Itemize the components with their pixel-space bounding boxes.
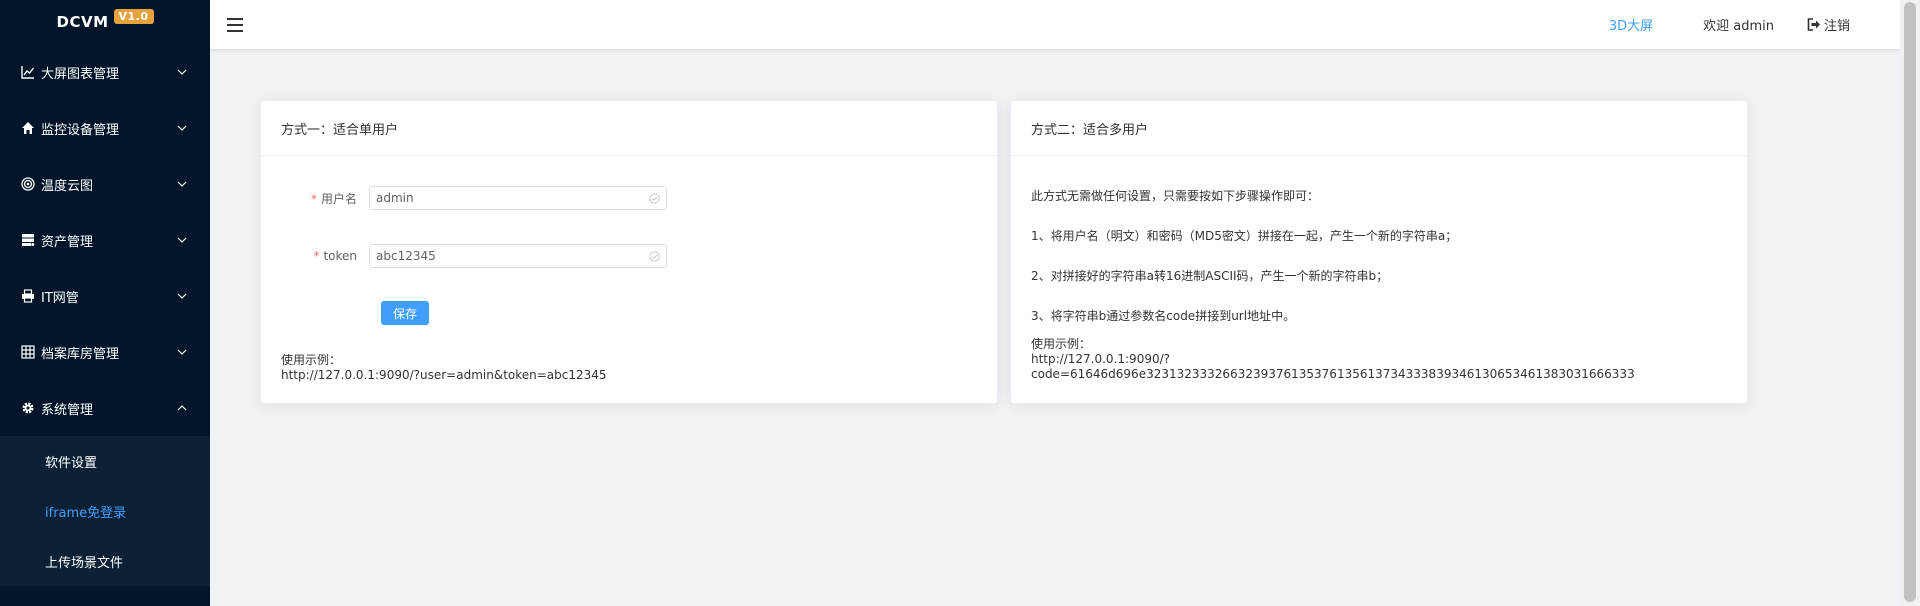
username-label: * 用户名 [310,191,357,206]
hamburger-icon[interactable] [227,17,243,32]
form-row-token: * token abc12345 [261,243,667,269]
sidebar-item-it-network[interactable]: IT网管 [0,268,210,324]
username-input[interactable]: admin [369,186,667,210]
logout-button[interactable]: 注销 [1807,15,1850,34]
example-url: http://127.0.0.1:9090/?code=61646d696e32… [1031,352,1635,381]
token-value: abc12345 [376,249,436,263]
sidebar-item-monitoring[interactable]: 监控设备管理 [0,100,210,156]
check-circle-icon [649,250,660,262]
example-label: 使用示例： [281,353,342,367]
steps-list: 此方式无需做任何设置，只需要按如下步骤操作即可： 1、将用户名（明文）和密码（M… [1031,189,1457,349]
logo: DCVM V1.0 [0,0,210,44]
grid-icon [20,344,36,360]
home-icon [20,120,36,136]
scrollbar-thumb[interactable] [1904,2,1916,602]
brand-name: DCVM [56,13,109,31]
save-button[interactable]: 保存 [381,301,429,325]
top-header: 3D大屏 欢迎 admin 注销 [210,0,1900,49]
sidebar-item-label: 档案库房管理 [41,346,120,362]
chevron-down-icon [176,178,188,190]
required-mark: * [310,191,317,206]
chevron-up-icon [176,402,188,414]
line-chart-icon [20,64,36,80]
sidebar-item-archive[interactable]: 档案库房管理 [0,324,210,380]
sidebar-item-screen-charts[interactable]: 大屏图表管理 [0,44,210,100]
sidebar-item-label: 监控设备管理 [41,122,120,138]
welcome-text: 欢迎 admin [1703,19,1774,34]
username-value: admin [376,191,414,205]
printer-icon [20,288,36,304]
token-label: * token [313,249,357,263]
sidebar-item-system[interactable]: 系统管理 [0,380,210,436]
sidebar-item-label: IT网管 [41,290,79,306]
target-icon [20,176,36,192]
version-badge: V1.0 [113,8,154,24]
example-block: 使用示例： http://127.0.0.1:9090/?user=admin&… [281,353,607,383]
chevron-down-icon [176,234,188,246]
link-3d-screen[interactable]: 3D大屏 [1609,15,1653,34]
card-title: 方式一：适合单用户 [261,101,997,156]
example-block: 使用示例： http://127.0.0.1:9090/?code=61646d… [1031,337,1747,382]
example-url: http://127.0.0.1:9090/?user=admin&token=… [281,368,607,382]
steps-intro: 此方式无需做任何设置，只需要按如下步骤操作即可： [1031,189,1320,203]
sidebar-item-temperature[interactable]: 温度云图 [0,156,210,212]
example-label: 使用示例： [1031,337,1092,351]
vertical-scrollbar[interactable] [1900,0,1920,606]
step-1: 1、将用户名（明文）和密码（MD5密文）拼接在一起，产生一个新的字符串a； [1031,229,1458,243]
sidebar-item-assets[interactable]: 资产管理 [0,212,210,268]
check-circle-icon [649,192,660,204]
system-submenu: 软件设置 iframe免登录 上传场景文件 [0,436,210,586]
logout-label: 注销 [1823,19,1850,34]
card-single-user: 方式一：适合单用户 * 用户名 admin * token abc12345 保存 … [260,100,998,404]
sidebar-subitem-software-settings[interactable]: 软件设置 [0,436,210,486]
chevron-down-icon [176,122,188,134]
card-title: 方式二：适合多用户 [1011,101,1747,156]
logout-icon [1807,18,1820,31]
sidebar-item-label: 资产管理 [41,234,94,250]
sidebar-subitem-iframe-login[interactable]: iframe免登录 [0,486,210,536]
chevron-down-icon [176,290,188,302]
form-row-username: * 用户名 admin [261,185,667,211]
required-mark: * [313,249,320,263]
chevron-down-icon [176,66,188,78]
card-multi-user: 方式二：适合多用户 此方式无需做任何设置，只需要按如下步骤操作即可： 1、将用户… [1010,100,1748,404]
server-icon [20,232,36,248]
sidebar-subitem-upload-scene[interactable]: 上传场景文件 [0,536,210,586]
sidebar-item-label: 温度云图 [41,178,94,194]
gear-icon [20,400,36,416]
sidebar-item-label: 系统管理 [41,402,94,418]
step-2: 2、对拼接好的字符串a转16进制ASCII码，产生一个新的字符串b； [1031,269,1389,283]
sidebar-item-label: 大屏图表管理 [41,66,120,82]
chevron-down-icon [176,346,188,358]
sidebar: DCVM V1.0 大屏图表管理 监控设备管理 温度云图 资产管理 IT网管 档… [0,0,210,606]
token-input[interactable]: abc12345 [369,244,667,268]
